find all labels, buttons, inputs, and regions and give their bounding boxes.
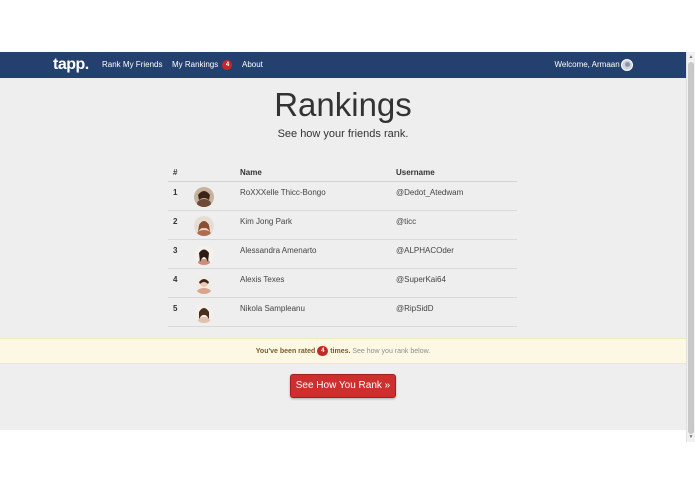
app-viewport: tapp. Rank My Friends My Rankings 4 Abou… (0, 52, 686, 430)
page-subtitle: See how your friends rank. (277, 128, 409, 140)
friend-name: Alexis Texes (240, 275, 285, 284)
friend-avatar-photo (194, 216, 214, 236)
rank-number: 2 (173, 217, 178, 226)
alert-prefix: You've been rated (255, 348, 316, 355)
table-row[interactable]: 2 Kim Jong Park @ticc (168, 211, 517, 240)
friend-avatar-photo (194, 274, 214, 294)
rank-number: 5 (173, 304, 178, 313)
friend-username: @ALPHACOder (396, 246, 454, 255)
brand-logo[interactable]: tapp. (53, 56, 89, 74)
see-how-you-rank-button[interactable]: See How You Rank » (290, 374, 396, 398)
page-title: Rankings (274, 86, 412, 123)
scroll-thumb[interactable] (688, 62, 694, 434)
rated-count-badge: 4 (317, 346, 329, 357)
table-row[interactable]: 1 RoXXXelle Thicc-Bongo @Dedot_Atedwam (168, 182, 517, 211)
rank-number: 1 (173, 188, 178, 197)
rank-number: 4 (173, 275, 178, 284)
friend-username: @ticc (396, 217, 417, 226)
nav-rank-my-friends[interactable]: Rank My Friends (102, 60, 162, 69)
friend-name: Nikola Sampleanu (240, 304, 305, 313)
welcome-text: Welcome, Armaan | (554, 60, 624, 69)
rated-alert: You've been rated 4 times. See how you r… (0, 338, 686, 364)
friend-username: @SuperKai64 (396, 275, 446, 284)
nav-about[interactable]: About (242, 60, 263, 69)
alert-suffix: times. (330, 348, 351, 355)
rankings-table: # Name Username 1 RoXXXelle Thicc-Bongo … (168, 162, 517, 327)
scroll-down-arrow-icon[interactable]: ▼ (687, 433, 695, 441)
friend-username: @RipSidD (396, 304, 434, 313)
column-header-name: Name (240, 168, 262, 177)
nav-my-rankings[interactable]: My Rankings 4 (172, 60, 233, 70)
rankings-table-header: # Name Username (168, 162, 517, 182)
friend-name: Alessandra Amenarto (240, 246, 317, 255)
friend-name: RoXXXelle Thicc-Bongo (240, 188, 326, 197)
user-avatar-icon[interactable] (621, 59, 633, 71)
friend-avatar-photo (194, 303, 214, 323)
alert-tail: See how you rank below. (352, 348, 431, 355)
column-header-username: Username (396, 168, 435, 177)
friend-avatar-photo (194, 187, 214, 207)
vertical-scrollbar[interactable]: ▲ ▼ (686, 52, 695, 442)
rank-number: 3 (173, 246, 178, 255)
scroll-up-arrow-icon[interactable]: ▲ (687, 53, 695, 61)
table-row[interactable]: 4 Alexis Texes @SuperKai64 (168, 269, 517, 298)
friend-username: @Dedot_Atedwam (396, 188, 464, 197)
table-row[interactable]: 3 Alessandra Amenarto @ALPHACOder (168, 240, 517, 269)
rankings-count-badge: 4 (222, 60, 233, 70)
table-row[interactable]: 5 Nikola Sampleanu @RipSidD (168, 298, 517, 327)
friend-avatar-photo (194, 245, 214, 265)
friend-name: Kim Jong Park (240, 217, 293, 226)
column-header-rank: # (173, 168, 178, 177)
top-navbar: tapp. Rank My Friends My Rankings 4 Abou… (0, 52, 686, 78)
nav-my-rankings-label: My Rankings (172, 60, 219, 70)
